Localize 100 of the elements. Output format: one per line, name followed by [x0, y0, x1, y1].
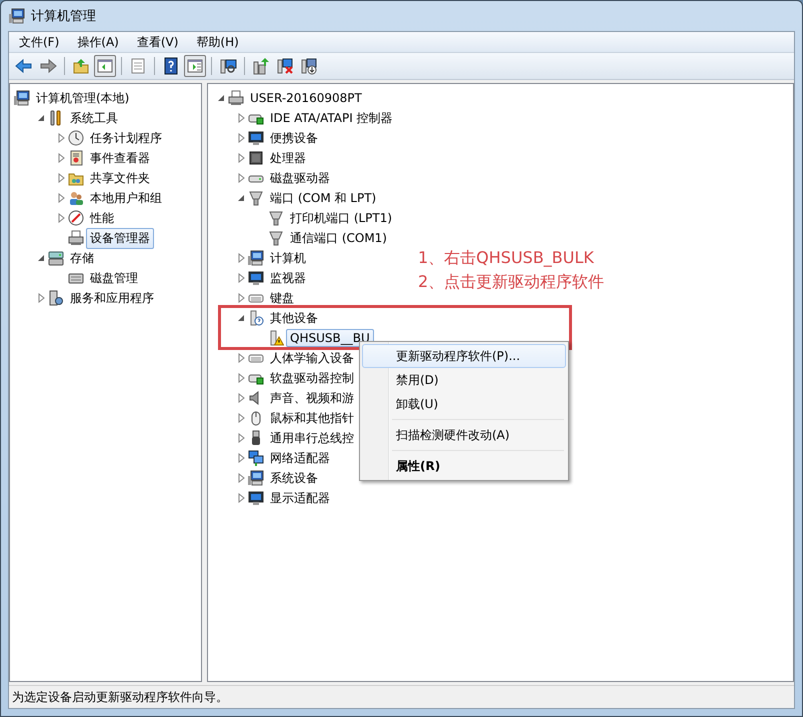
expand-arrow-icon[interactable] — [236, 273, 246, 283]
menu-item[interactable]: 查看(V) — [126, 34, 186, 50]
menu-item[interactable]: 扫描检测硬件改动(A) — [362, 423, 566, 447]
tree-item[interactable]: 便携设备 — [266, 128, 322, 148]
annotation-text: 2、点击更新驱动程序软件 — [418, 271, 604, 293]
expand-arrow-icon[interactable] — [56, 153, 66, 163]
expand-arrow-icon[interactable] — [236, 393, 246, 403]
tree-item[interactable]: 处理器 — [266, 148, 310, 168]
tree-item[interactable]: 人体学输入设备 — [266, 348, 358, 368]
expand-arrow-icon[interactable] — [236, 413, 246, 423]
tree-item[interactable]: 任务计划程序 — [86, 128, 166, 148]
tree-item[interactable]: 其他设备 — [266, 308, 322, 328]
expand-arrow-icon[interactable] — [56, 213, 66, 223]
computer-icon — [14, 90, 30, 106]
users-icon — [68, 190, 84, 206]
clock-icon — [68, 130, 84, 146]
expand-arrow-icon[interactable] — [236, 373, 246, 383]
console-tree-icon — [96, 57, 114, 75]
menu-item[interactable]: 文件(F) — [9, 34, 68, 50]
scan-hardware-icon — [219, 57, 237, 75]
monitor-icon — [248, 490, 264, 506]
tree-item[interactable]: 本地用户和组 — [86, 188, 166, 208]
expand-arrow-icon[interactable] — [236, 453, 246, 463]
menu-item[interactable]: 禁用(D) — [362, 368, 566, 392]
collapse-arrow-icon[interactable] — [236, 313, 246, 323]
uninstall-icon — [276, 57, 294, 75]
tree-item[interactable]: 显示适配器 — [266, 488, 334, 508]
update-driver-icon — [252, 57, 270, 75]
annotation-text: 1、右击QHSUSB_BULK — [418, 247, 595, 269]
log-icon — [68, 150, 84, 166]
network-icon — [248, 450, 264, 466]
collapse-arrow-icon[interactable] — [36, 253, 46, 263]
menu-item[interactable]: 卸载(U) — [362, 392, 566, 416]
expand-arrow-icon[interactable] — [56, 173, 66, 183]
monitor-icon — [248, 270, 264, 286]
expand-arrow-icon[interactable] — [56, 133, 66, 143]
tree-item[interactable]: 通信端口 (COM1) — [286, 228, 391, 248]
tree-item[interactable]: 共享文件夹 — [86, 168, 154, 188]
unknown-device-icon — [248, 310, 264, 326]
install-icon — [300, 57, 318, 75]
chip-icon — [248, 150, 264, 166]
tree-item[interactable]: 系统设备 — [266, 468, 322, 488]
expand-arrow-icon[interactable] — [236, 433, 246, 443]
tree-item[interactable]: 鼠标和其他指针 — [266, 408, 358, 428]
tree-item[interactable]: 性能 — [86, 208, 118, 228]
expand-arrow-icon[interactable] — [236, 493, 246, 503]
tree-item[interactable]: 磁盘管理 — [86, 268, 142, 288]
menu-item[interactable]: 帮助(H) — [186, 34, 247, 50]
tree-item[interactable]: 键盘 — [266, 288, 298, 308]
tree-item[interactable]: 打印机端口 (LPT1) — [286, 208, 396, 228]
forward-arrow-icon — [39, 57, 57, 75]
expand-arrow-icon[interactable] — [236, 153, 246, 163]
monitor-icon — [248, 130, 264, 146]
expand-arrow-icon[interactable] — [236, 293, 246, 303]
port-icon — [248, 190, 264, 206]
tree-item[interactable]: 系统工具 — [66, 108, 122, 128]
tree-item[interactable]: 磁盘驱动器 — [266, 168, 334, 188]
port-icon — [268, 210, 284, 226]
tree-item[interactable]: 计算机管理(本地) — [32, 88, 134, 108]
status-text: 为选定设备启动更新驱动程序软件向导。 — [12, 688, 228, 706]
warning-device-icon — [268, 330, 284, 346]
expand-arrow-icon[interactable] — [236, 133, 246, 143]
expand-arrow-icon[interactable] — [236, 473, 246, 483]
tree-item[interactable]: 设备管理器 — [86, 228, 154, 248]
tree-item[interactable]: 计算机 — [266, 248, 310, 268]
tree-item[interactable]: 软盘驱动器控制 — [266, 368, 358, 388]
app-icon — [9, 8, 25, 24]
tree-item[interactable]: 事件查看器 — [86, 148, 154, 168]
menu-item[interactable]: 更新驱动程序软件(P)... — [362, 344, 566, 368]
tree-item[interactable]: 端口 (COM 和 LPT) — [266, 188, 380, 208]
back-arrow-icon — [15, 57, 33, 75]
collapse-arrow-icon[interactable] — [36, 113, 46, 123]
collapse-arrow-icon[interactable] — [216, 93, 226, 103]
tree-item[interactable]: 通用串行总线控 — [266, 428, 358, 448]
help-icon — [162, 57, 180, 75]
expand-arrow-icon[interactable] — [236, 173, 246, 183]
port-icon — [268, 230, 284, 246]
expand-arrow-icon[interactable] — [36, 293, 46, 303]
tree-item[interactable]: 网络适配器 — [266, 448, 334, 468]
tree-item[interactable]: 声音、视频和游 — [266, 388, 358, 408]
computer-icon — [248, 250, 264, 266]
page-icon — [129, 57, 147, 75]
expand-arrow-icon[interactable] — [236, 253, 246, 263]
menu-item[interactable]: 操作(A) — [67, 34, 127, 50]
tree-item[interactable]: 存储 — [66, 248, 98, 268]
tree-item[interactable]: USER-20160908PT — [246, 89, 366, 107]
folder-up-icon — [72, 57, 90, 75]
action-pane-icon — [186, 57, 204, 75]
expand-arrow-icon[interactable] — [236, 113, 246, 123]
computer-icon — [248, 470, 264, 486]
tree-item[interactable]: QHSUSB__BU — [286, 329, 374, 347]
tree-item[interactable]: 监视器 — [266, 268, 310, 288]
printer-icon — [228, 90, 244, 106]
tree-item[interactable]: 服务和应用程序 — [66, 288, 158, 308]
tree-item[interactable]: IDE ATA/ATAPI 控制器 — [266, 108, 397, 128]
expand-arrow-icon[interactable] — [236, 353, 246, 363]
collapse-arrow-icon[interactable] — [236, 193, 246, 203]
menu-item[interactable]: 属性(R) — [362, 454, 566, 478]
window-title: 计算机管理 — [31, 8, 96, 25]
expand-arrow-icon[interactable] — [56, 193, 66, 203]
